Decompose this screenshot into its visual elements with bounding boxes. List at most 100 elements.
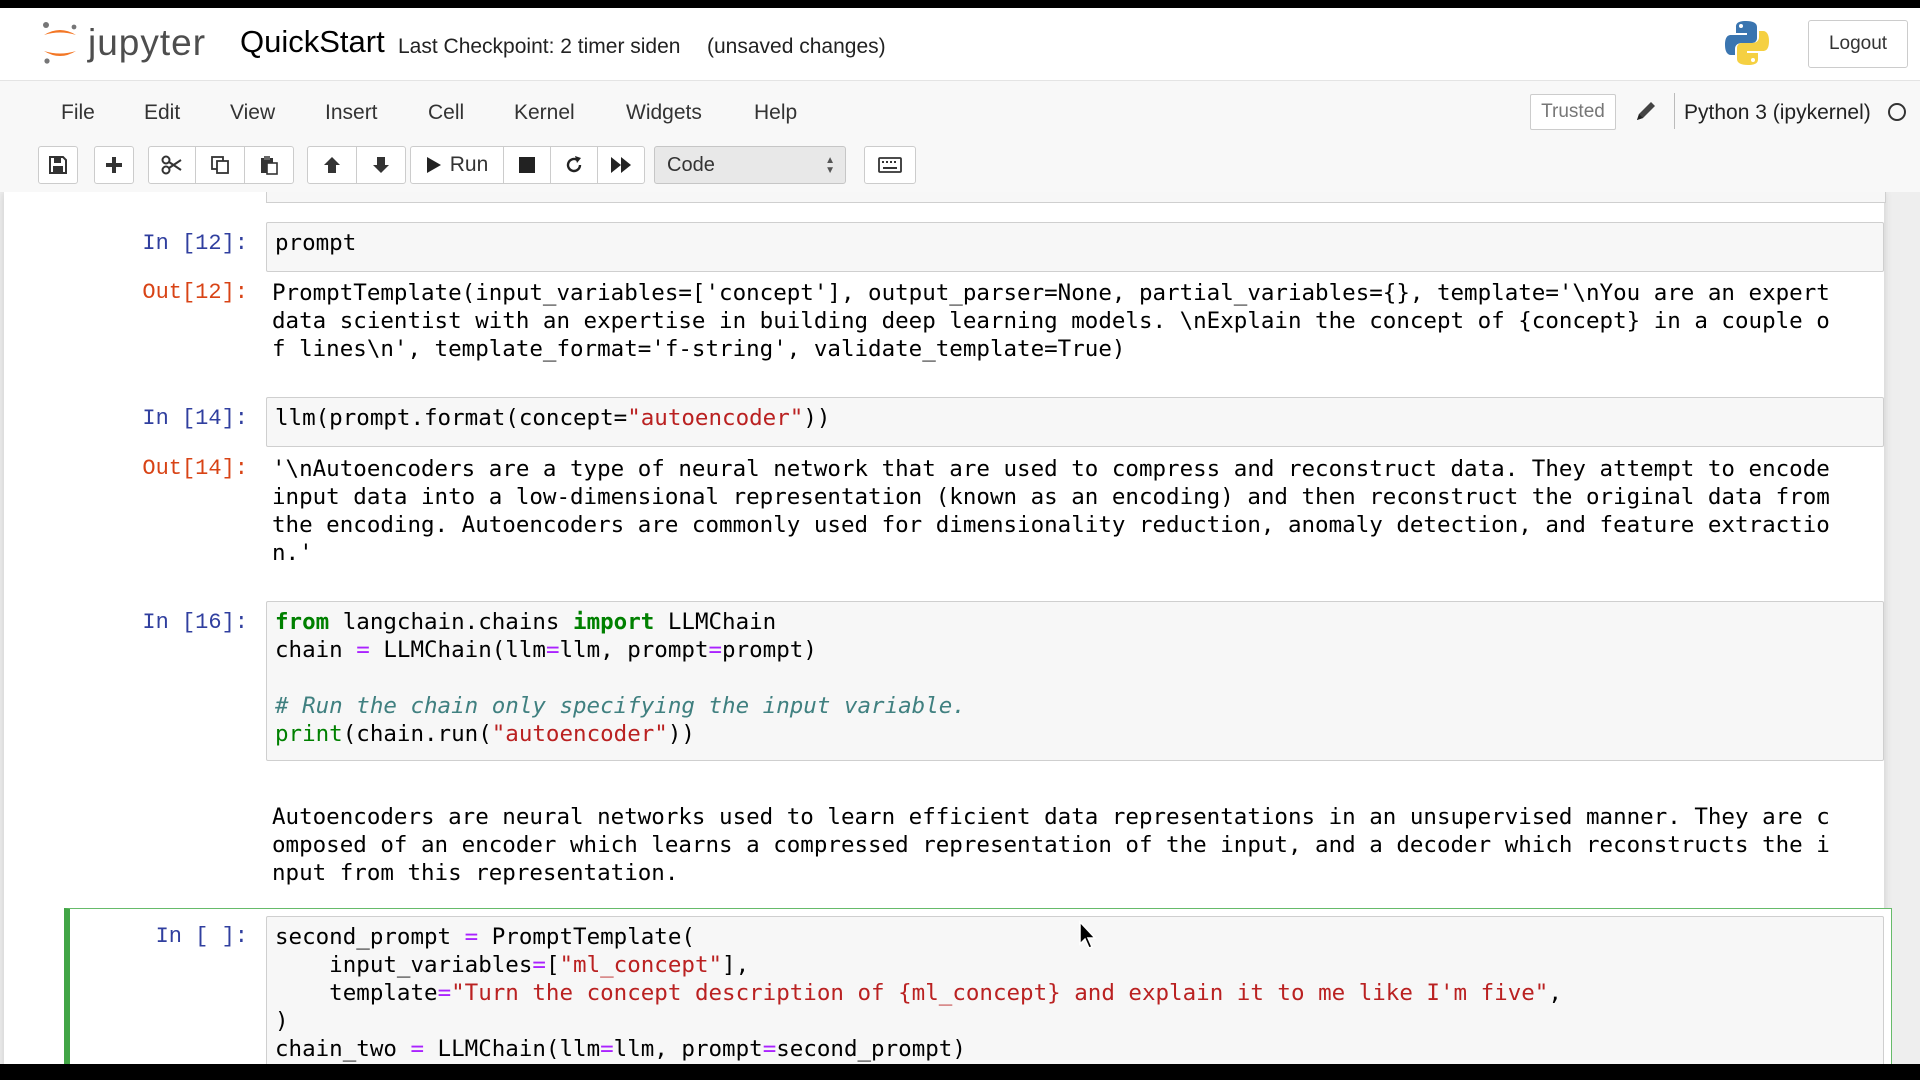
code-token: LLMChain(llm xyxy=(369,637,546,663)
output-line: data scientist with an expertise in buil… xyxy=(272,308,1830,334)
cell-type-select[interactable]: Code ▲ ▼ xyxy=(654,146,846,184)
run-icon xyxy=(426,157,441,173)
code-token: )) xyxy=(803,405,831,431)
menu-file[interactable]: File xyxy=(61,101,95,125)
menu-cell[interactable]: Cell xyxy=(428,101,464,125)
input-prompt: In [16]: xyxy=(142,610,248,635)
paste-icon xyxy=(261,156,278,175)
menu-view[interactable]: View xyxy=(230,101,275,125)
trusted-indicator[interactable]: Trusted xyxy=(1530,94,1616,130)
plus-icon xyxy=(106,157,122,173)
kernel-name[interactable]: Python 3 (ipykernel) xyxy=(1684,101,1871,125)
code-token: (chain.run( xyxy=(342,721,492,747)
code-token: )) xyxy=(667,721,695,747)
insert-cell-button[interactable] xyxy=(94,146,134,184)
input-prompt: In [14]: xyxy=(142,406,248,431)
cell-output: Autoencoders are neural networks used to… xyxy=(272,803,1882,887)
arrow-up-icon xyxy=(324,157,340,173)
menu-insert[interactable]: Insert xyxy=(325,101,378,125)
stop-icon xyxy=(519,157,535,173)
operator-token: = xyxy=(437,980,452,1006)
restart-kernel-button[interactable] xyxy=(550,146,598,184)
menu-kernel[interactable]: Kernel xyxy=(514,101,575,125)
code-token: template xyxy=(275,980,438,1006)
keyword-token: import xyxy=(573,609,655,635)
operator-token: = xyxy=(545,637,560,663)
keyword-token: from xyxy=(275,609,330,635)
save-icon xyxy=(49,156,67,174)
keyboard-icon xyxy=(878,157,902,173)
code-token: langchain.chains xyxy=(329,609,574,635)
code-cell-input[interactable]: from langchain.chains import LLMChain ch… xyxy=(266,601,1884,761)
menu-help[interactable]: Help xyxy=(754,101,797,125)
output-line: omposed of an encoder which learns a com… xyxy=(272,832,1830,858)
code-token: chain xyxy=(275,637,357,663)
select-arrows-icon: ▲ ▼ xyxy=(825,155,835,176)
operator-token: = xyxy=(600,1036,614,1062)
code-line: llm(prompt.format(concept="autoencoder")… xyxy=(275,404,1875,432)
output-line: nput from this representation. xyxy=(272,860,679,886)
operator-token: = xyxy=(410,1036,425,1062)
code-cell-input[interactable]: prompt xyxy=(266,222,1884,272)
operator-token: = xyxy=(356,637,370,663)
string-token: "ml_concept" xyxy=(559,952,723,978)
string-token: "autoencoder" xyxy=(627,405,804,431)
jupyter-logo[interactable]: jupyter xyxy=(40,18,206,68)
menu-edit[interactable]: Edit xyxy=(144,101,180,125)
code-token: llm, prompt xyxy=(559,637,709,663)
output-prompt: Out[12]: xyxy=(142,280,248,305)
run-button[interactable]: Run xyxy=(410,146,504,184)
notebook-page: In [12]: prompt Out[12]: PromptTemplate(… xyxy=(4,192,1892,1064)
operator-token: = xyxy=(708,637,723,663)
checkpoint-status: Last Checkpoint: 2 timer siden xyxy=(398,35,681,58)
copy-button[interactable] xyxy=(195,146,245,184)
notebook-container[interactable]: In [12]: prompt Out[12]: PromptTemplate(… xyxy=(0,192,1920,1064)
mouse-cursor-icon xyxy=(1079,920,1097,949)
code-token: input_variables xyxy=(275,952,533,978)
move-down-button[interactable] xyxy=(356,146,406,184)
code-cell-input[interactable]: second_prompt = PromptTemplate( input_va… xyxy=(266,916,1884,1064)
previous-cell-edge xyxy=(266,192,1886,203)
comment-line: # Run the chain only specifying the inpu… xyxy=(275,693,966,719)
interrupt-kernel-button[interactable] xyxy=(503,146,551,184)
code-token: [ xyxy=(545,952,560,978)
string-token: "Turn the concept description of {ml_con… xyxy=(451,980,1549,1006)
jupyter-notebook-window: jupyter QuickStart Last Checkpoint: 2 ti… xyxy=(0,8,1920,1064)
fast-forward-icon xyxy=(611,157,631,173)
code-line: print(chain.run("autoencoder")) xyxy=(275,720,1875,748)
code-token: LLMChain xyxy=(654,609,777,635)
save-button[interactable] xyxy=(38,146,78,184)
run-label: Run xyxy=(449,153,489,176)
code-line: from langchain.chains import LLMChain xyxy=(275,608,1875,636)
cut-button[interactable] xyxy=(148,146,196,184)
arrow-down-icon xyxy=(373,157,389,173)
code-line: chain_two = LLMChain(llm=llm, prompt=sec… xyxy=(275,1035,1875,1063)
command-palette-button[interactable] xyxy=(864,146,916,184)
code-line: input_variables=["ml_concept"], xyxy=(275,951,1875,979)
restart-run-all-button[interactable] xyxy=(597,146,645,184)
code-token: llm, prompt xyxy=(613,1036,763,1062)
logout-button[interactable]: Logout xyxy=(1808,20,1908,68)
code-token: PromptTemplate( xyxy=(478,924,695,950)
autosave-status: (unsaved changes) xyxy=(707,35,886,58)
logo-text: jupyter xyxy=(88,22,207,63)
jupyter-logo-icon xyxy=(43,22,77,64)
operator-token: = xyxy=(464,924,479,950)
input-prompt: In [12]: xyxy=(142,231,248,256)
output-line: '\nAutoencoders are a type of neural net… xyxy=(272,456,1830,482)
menu-widgets[interactable]: Widgets xyxy=(626,101,702,125)
cell-output: PromptTemplate(input_variables=['concept… xyxy=(272,279,1882,363)
move-up-button[interactable] xyxy=(307,146,357,184)
paste-button[interactable] xyxy=(244,146,294,184)
output-line: f lines\n', template_format='f-string', … xyxy=(272,336,1126,362)
toolbar: Run Code ▲ ▼ xyxy=(0,142,1920,192)
output-line: n.' xyxy=(272,540,313,566)
code-token: ], xyxy=(722,952,750,978)
output-line: input data into a low-dimensional repres… xyxy=(272,484,1830,510)
notebook-name[interactable]: QuickStart xyxy=(240,24,385,60)
scissors-icon xyxy=(161,155,182,175)
pencil-icon[interactable] xyxy=(1634,99,1658,123)
code-cell-input[interactable]: llm(prompt.format(concept="autoencoder")… xyxy=(266,397,1884,447)
operator-token: = xyxy=(532,952,546,978)
code-token: LLMChain(llm xyxy=(424,1036,601,1062)
